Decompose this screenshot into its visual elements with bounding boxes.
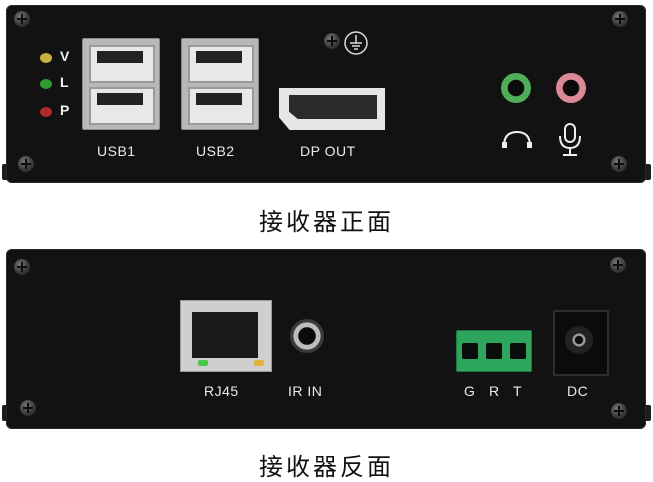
- rj45-port-opening: [192, 312, 258, 358]
- microphone-icon: [559, 123, 581, 156]
- usb1-label: USB1: [97, 143, 136, 159]
- usb2-label: USB2: [196, 143, 235, 159]
- grt-terminal-block[interactable]: [456, 330, 532, 372]
- led-v-label: V: [60, 48, 70, 64]
- rear-caption: 接收器反面: [259, 453, 394, 481]
- terminal-g-label: G: [464, 383, 476, 399]
- rj45-label: RJ45: [204, 383, 239, 399]
- usb2-port-stack[interactable]: [181, 38, 259, 130]
- screw-icon: [14, 11, 30, 27]
- ir-in-jack[interactable]: [290, 319, 324, 353]
- receiver-rear-panel: [6, 249, 646, 429]
- screw-icon: [324, 33, 340, 49]
- usb1-port-stack[interactable]: [82, 38, 160, 130]
- usb1-lower-port[interactable]: [89, 87, 155, 125]
- usb1-upper-port[interactable]: [89, 45, 155, 83]
- screw-icon: [18, 156, 34, 172]
- ir-in-label: IR IN: [288, 383, 323, 399]
- screw-icon: [14, 259, 30, 275]
- led-v-indicator: [40, 53, 52, 63]
- screw-icon: [20, 400, 36, 416]
- led-p-label: P: [60, 102, 70, 118]
- dc-label: DC: [567, 383, 589, 399]
- terminal-g-slot[interactable]: [462, 343, 478, 359]
- dc-power-jack[interactable]: [553, 310, 609, 376]
- terminal-r-label: R: [489, 383, 500, 399]
- screw-icon: [610, 257, 626, 273]
- rj45-link-led: [198, 360, 208, 366]
- usb2-upper-port[interactable]: [188, 45, 254, 83]
- terminal-t-slot[interactable]: [510, 343, 526, 359]
- headphone-jack[interactable]: [501, 73, 531, 103]
- led-l-indicator: [40, 79, 52, 89]
- terminal-r-slot[interactable]: [486, 343, 502, 359]
- led-l-label: L: [60, 74, 69, 90]
- ground-icon: [344, 31, 368, 55]
- screw-icon: [611, 156, 627, 172]
- dp-out-port-cavity: [289, 95, 377, 119]
- screw-icon: [611, 403, 627, 419]
- headphone-icon: [502, 130, 532, 148]
- microphone-jack[interactable]: [556, 73, 586, 103]
- rj45-activity-led: [254, 360, 264, 366]
- dp-out-label: DP OUT: [300, 143, 356, 159]
- screw-icon: [612, 11, 628, 27]
- usb2-lower-port[interactable]: [188, 87, 254, 125]
- led-p-indicator: [40, 107, 52, 117]
- front-caption: 接收器正面: [259, 208, 394, 236]
- terminal-t-label: T: [513, 383, 523, 399]
